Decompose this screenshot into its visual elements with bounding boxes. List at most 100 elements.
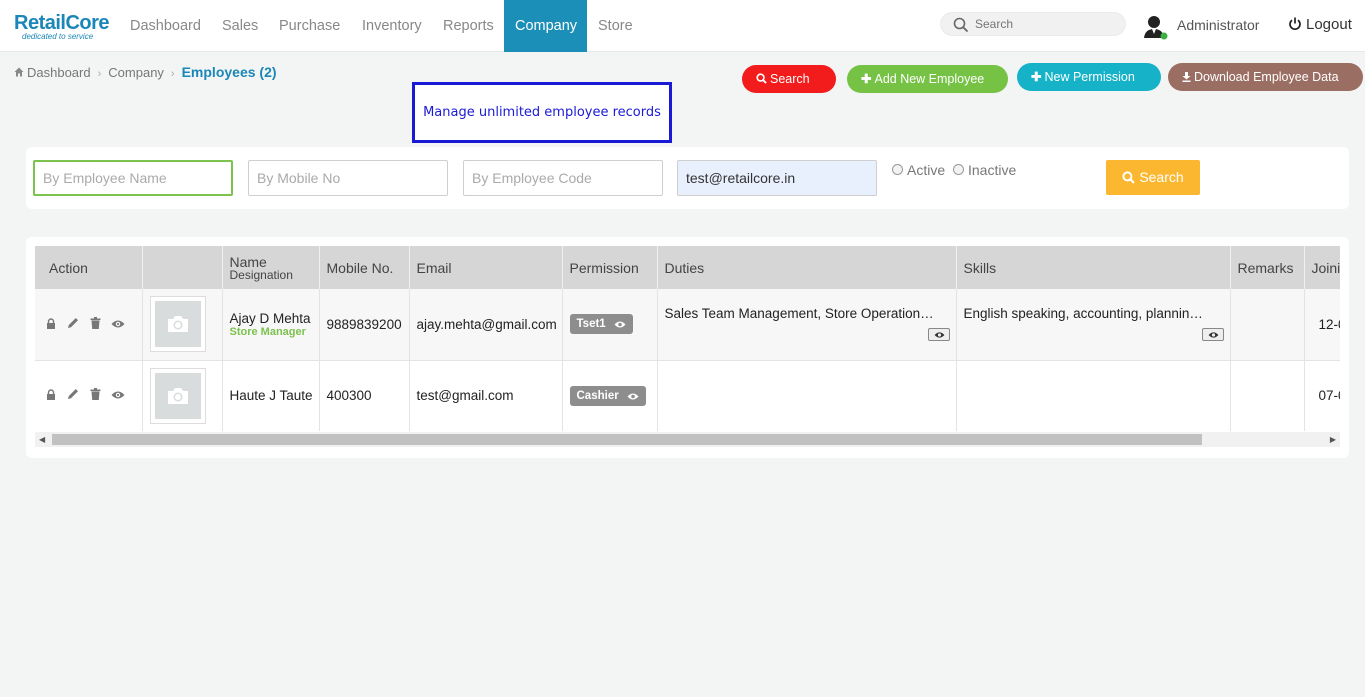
edit-icon[interactable] — [67, 388, 79, 403]
breadcrumb-separator: › — [170, 68, 175, 80]
employee-name[interactable]: Haute J Taute — [230, 388, 313, 403]
employee-photo[interactable] — [149, 296, 206, 353]
filter-panel: Active Inactive Search — [26, 147, 1349, 209]
power-icon — [1289, 17, 1301, 31]
row-duties: Sales Team Management, Store Operations.… — [664, 306, 935, 322]
row-skills — [956, 360, 1231, 431]
add-employee-button[interactable]: ✚ Add New Employee — [847, 65, 1008, 93]
active-radio-label: Active — [907, 162, 946, 178]
row-joining: 12-08-2016 — [1304, 289, 1340, 361]
table-row[interactable]: Ajay D Mehta Store Manager 9889839200 aja… — [35, 289, 1340, 361]
row-permission-cell: Cashier — [562, 360, 658, 431]
eye-icon — [1208, 331, 1218, 338]
nav-store[interactable]: Store — [587, 0, 644, 52]
inactive-radio-label: Inactive — [968, 162, 1017, 178]
permission-badge[interactable]: Tset1 — [569, 314, 633, 335]
row-actions — [35, 289, 143, 361]
email-input[interactable] — [677, 160, 877, 196]
download-employee-label: Download Employee Data — [1194, 70, 1339, 84]
nav-reports[interactable]: Reports — [432, 0, 505, 52]
lock-icon[interactable] — [46, 388, 56, 403]
lock-icon[interactable] — [46, 317, 56, 332]
breadcrumb-home[interactable]: Dashboard — [14, 65, 91, 80]
row-name-cell: Haute J Taute — [222, 360, 320, 431]
eye-icon — [614, 321, 626, 328]
user-avatar-icon[interactable] — [1142, 14, 1168, 40]
camera-icon — [167, 387, 188, 404]
download-employee-button[interactable]: Download Employee Data — [1168, 63, 1363, 91]
permission-label: Cashier — [576, 389, 619, 402]
breadcrumb-separator: › — [97, 68, 102, 80]
row-email: test@gmail.com — [409, 360, 563, 431]
search-icon — [756, 73, 767, 84]
employee-photo[interactable] — [149, 367, 206, 424]
delete-icon[interactable] — [90, 317, 101, 332]
horizontal-scrollbar[interactable]: ◀ ▶ — [35, 432, 1340, 447]
row-photo-cell — [142, 289, 223, 361]
table-row[interactable]: Haute J Taute 400300 test@gmail.com Cash… — [35, 360, 1340, 431]
add-employee-label: Add New Employee — [874, 72, 985, 86]
user-name[interactable]: Administrator — [1177, 17, 1259, 33]
employee-name[interactable]: Ajay D Mehta — [230, 311, 311, 326]
employee-code-input[interactable] — [463, 160, 663, 196]
employee-designation: Store Manager — [229, 325, 306, 338]
search-button[interactable]: Search — [742, 65, 836, 93]
row-remarks — [1230, 289, 1305, 361]
view-skills-button[interactable] — [1201, 327, 1224, 341]
view-icon[interactable] — [111, 317, 125, 332]
radio-circle[interactable] — [892, 164, 903, 175]
table-scroll-area[interactable]: Action Name Designation Mobile No. Email … — [35, 246, 1340, 431]
inactive-radio[interactable]: Inactive — [953, 162, 1016, 178]
row-mobile: 9889839200 — [319, 289, 410, 361]
col-joining: Joining Date — [1304, 246, 1340, 289]
breadcrumb-current: Employees (2) — [181, 64, 277, 80]
new-permission-label: New Permission — [1044, 70, 1135, 84]
delete-icon[interactable] — [90, 388, 101, 403]
row-joining: 07-08-2016 — [1304, 360, 1340, 431]
col-name: Name Designation — [222, 246, 320, 289]
global-search[interactable] — [940, 12, 1126, 36]
nav-dashboard[interactable]: Dashboard — [119, 0, 212, 52]
view-duties-button[interactable] — [927, 327, 950, 341]
global-search-input[interactable] — [975, 16, 1115, 32]
brand-tagline: dedicated to service — [22, 32, 94, 41]
view-icon[interactable] — [111, 388, 125, 403]
row-email: ajay.mehta@gmail.com — [409, 289, 563, 361]
scroll-right-arrow-icon[interactable]: ▶ — [1330, 435, 1336, 444]
plus-icon: ✚ — [1031, 70, 1042, 84]
nav-purchase[interactable]: Purchase — [268, 0, 351, 52]
row-skills-cell: English speaking, accounting, planning,.… — [956, 289, 1231, 361]
logout-link[interactable]: Logout — [1288, 16, 1352, 33]
active-radio[interactable]: Active — [892, 162, 945, 178]
scroll-left-arrow-icon[interactable]: ◀ — [39, 435, 45, 444]
eye-icon — [934, 331, 944, 338]
scrollbar-thumb[interactable] — [52, 434, 1202, 445]
breadcrumb: Dashboard › Company › Employees (2) — [14, 64, 277, 80]
search-icon — [1122, 171, 1135, 184]
search-button-label: Search — [770, 72, 810, 86]
search-icon — [953, 17, 969, 33]
mobile-no-input[interactable] — [248, 160, 448, 196]
permission-label: Tset1 — [576, 318, 606, 331]
col-action: Action — [35, 246, 143, 289]
brand-logo[interactable]: RetailCore dedicated to service — [14, 13, 110, 41]
col-name-label: Name — [229, 253, 267, 270]
nav-inventory[interactable]: Inventory — [351, 0, 433, 52]
nav-sales[interactable]: Sales — [211, 0, 269, 52]
promo-callout: Manage unlimited employee records — [412, 82, 672, 143]
row-duties-cell: Sales Team Management, Store Operations.… — [657, 289, 957, 361]
permission-badge[interactable]: Cashier — [569, 385, 646, 406]
col-designation-label: Designation — [229, 267, 293, 282]
employee-name-input[interactable] — [33, 160, 233, 196]
filter-search-button[interactable]: Search — [1106, 160, 1200, 195]
col-permission: Permission — [562, 246, 658, 289]
filter-search-label: Search — [1139, 169, 1184, 185]
logout-label: Logout — [1306, 16, 1352, 33]
nav-company[interactable]: Company — [504, 0, 587, 52]
col-skills: Skills — [956, 246, 1231, 289]
new-permission-button[interactable]: ✚ New Permission — [1017, 63, 1161, 91]
radio-circle[interactable] — [953, 164, 964, 175]
edit-icon[interactable] — [67, 317, 79, 332]
row-name-cell: Ajay D Mehta Store Manager — [222, 289, 320, 361]
breadcrumb-company[interactable]: Company — [108, 65, 164, 80]
